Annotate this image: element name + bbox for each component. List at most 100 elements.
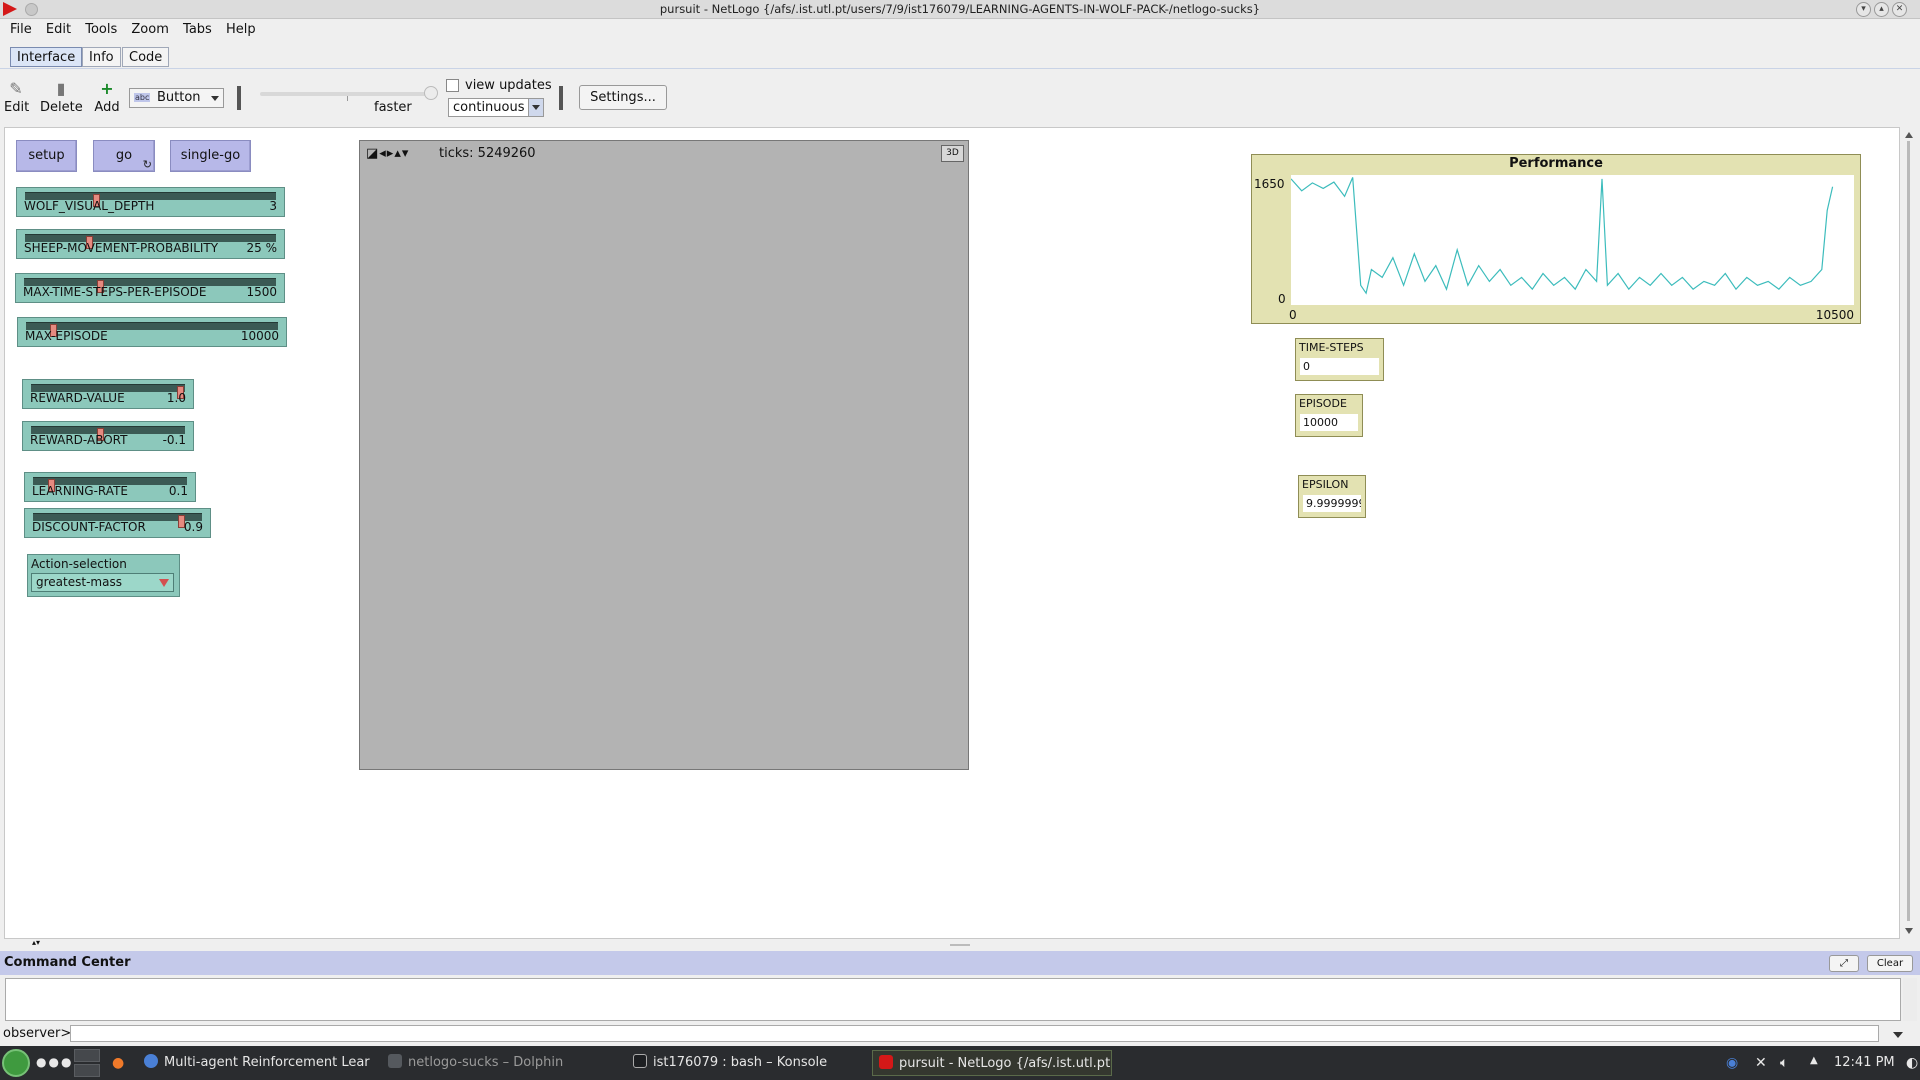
window-title: pursuit - NetLogo {/afs/.ist.utl.pt/user… — [659, 2, 1261, 16]
edit-button[interactable]: ✎ Edit — [4, 80, 30, 116]
performance-plot[interactable]: Performance 1650 0 0 10500 — [1251, 154, 1861, 324]
slider-value: 1.0 — [166, 391, 186, 405]
widget-type-value: Button — [157, 90, 201, 105]
widget-type-select[interactable]: abc Button — [129, 88, 224, 108]
monitor-episode: EPISODE 10000 — [1295, 394, 1363, 437]
go-button[interactable]: go ↻ — [93, 140, 155, 172]
observer-prompt[interactable]: observer> — [3, 1026, 71, 1041]
menu-tabs[interactable]: Tabs — [173, 20, 212, 37]
toolbar-divider — [237, 86, 241, 110]
single-go-label: single-go — [180, 148, 241, 163]
tab-info[interactable]: Info — [82, 47, 121, 67]
monitor-value: 0 — [1300, 358, 1379, 375]
scroll-down-icon[interactable] — [1905, 928, 1913, 934]
action-selection-chooser[interactable]: Action-selection greatest-mass — [27, 554, 180, 597]
splitter-grip[interactable] — [950, 944, 970, 946]
more-icon[interactable]: ●●● — [36, 1055, 73, 1069]
setup-button[interactable]: setup — [16, 140, 77, 172]
terminal-icon — [633, 1054, 647, 1068]
speed-slider-knob[interactable] — [424, 86, 438, 100]
menu-help[interactable]: Help — [216, 20, 256, 37]
application-launcher-icon[interactable] — [2, 1049, 30, 1077]
task-label: pursuit - NetLogo {/afs/.ist.utl.pt — [899, 1056, 1111, 1071]
slider-max-episode[interactable]: MAX-EPISODE 10000 — [17, 317, 287, 347]
menu-zoom[interactable]: Zoom — [121, 20, 168, 37]
expand-icon[interactable]: ⤢ — [1829, 955, 1859, 972]
plot-area — [1291, 175, 1854, 305]
x-max-label: 10500 — [1815, 308, 1854, 322]
delete-button[interactable]: ▮ Delete — [40, 80, 83, 116]
world-view[interactable]: ◪◂▸▴▾ ticks: 5249260 3D — [359, 140, 969, 770]
slider-value: 25 % — [246, 241, 278, 255]
slider-sheep-movement-probability[interactable]: SHEEP-MOVEMENT-PROBABILITY 25 % — [16, 229, 285, 259]
output-scrollbar[interactable] — [1903, 978, 1917, 1021]
canvas-scrollbar[interactable] — [1902, 127, 1916, 939]
chevron-down-icon — [528, 99, 543, 116]
view-updates-label: view updates — [465, 78, 552, 93]
task-konsole[interactable]: ist176079 : bash – Konsole — [627, 1050, 837, 1076]
task-dolphin[interactable]: netlogo-sucks – Dolphin — [382, 1050, 572, 1076]
history-dropdown-icon[interactable] — [1893, 1032, 1903, 1038]
speed-center-tick — [347, 96, 348, 101]
command-center: Command Center ⤢ Clear observer> — [0, 951, 1920, 1045]
tab-bar: Interface Info Code — [0, 42, 1920, 69]
slider-name: SHEEP-MOVEMENT-PROBABILITY — [24, 241, 219, 255]
slider-value: 3 — [269, 199, 277, 213]
menu-tools[interactable]: Tools — [75, 20, 117, 37]
update-mode-value: continuous — [453, 100, 525, 115]
minimize-icon[interactable]: ▾ — [1856, 2, 1871, 17]
3d-view-button[interactable]: 3D — [941, 145, 964, 162]
add-button[interactable]: + Add — [94, 80, 120, 116]
network-icon[interactable]: ✕ — [1755, 1055, 1767, 1071]
firefox-icon[interactable]: ● — [112, 1055, 124, 1071]
volume-icon[interactable]: 🔈︎ — [1780, 1055, 1788, 1071]
expand-tray-icon[interactable]: ▲ — [1810, 1055, 1818, 1066]
slider-name: LEARNING-RATE — [32, 484, 128, 498]
dropdown-arrow-icon — [159, 579, 169, 587]
button-widget-icon: abc — [134, 93, 151, 102]
scroll-up-icon[interactable] — [1905, 132, 1913, 138]
update-mode-select[interactable]: continuous — [448, 98, 544, 117]
splitter-arrows-icon[interactable]: ▴▾ — [32, 938, 40, 947]
slider-value: 0.1 — [168, 484, 188, 498]
slider-reward-value[interactable]: REWARD-VALUE 1.0 — [22, 379, 194, 409]
view-resize-icons[interactable]: ◪◂▸▴▾ — [366, 146, 409, 161]
tab-interface[interactable]: Interface — [10, 47, 83, 67]
speed-label: faster — [374, 100, 412, 115]
chrome-tray-icon[interactable]: ◉ — [1726, 1055, 1738, 1071]
menu-file[interactable]: File — [0, 20, 32, 37]
close-icon[interactable]: ✕ — [1892, 2, 1907, 17]
task-browser[interactable]: Multi-agent Reinforcement Lear — [138, 1050, 370, 1076]
slider-max-time-steps-per-episode[interactable]: MAX-TIME-STEPS-PER-EPISODE 1500 — [15, 273, 285, 303]
single-go-button[interactable]: single-go — [170, 140, 251, 172]
chooser-value: greatest-mass — [36, 575, 122, 589]
title-bar: pursuit - NetLogo {/afs/.ist.utl.pt/user… — [0, 0, 1920, 19]
slider-discount-factor[interactable]: DISCOUNT-FACTOR 0.9 — [24, 508, 211, 538]
edit-label: Edit — [4, 100, 30, 115]
performance-series-line — [1291, 177, 1834, 295]
command-center-title: Command Center — [4, 955, 131, 970]
command-center-header: Command Center ⤢ Clear — [0, 951, 1920, 975]
clock: 12:41 PM — [1834, 1055, 1895, 1070]
task-netlogo[interactable]: pursuit - NetLogo {/afs/.ist.utl.pt — [872, 1050, 1112, 1076]
y-max-label: 1650 — [1254, 177, 1285, 191]
slider-wolf-visual-depth[interactable]: WOLF_VISUAL_DEPTH 3 — [16, 187, 285, 217]
slider-learning-rate[interactable]: LEARNING-RATE 0.1 — [24, 472, 196, 502]
scrollbar-thumb[interactable] — [1907, 141, 1910, 921]
desktop-pager[interactable] — [74, 1049, 100, 1077]
task-label: ist176079 : bash – Konsole — [653, 1055, 828, 1070]
slider-name: DISCOUNT-FACTOR — [32, 520, 146, 534]
monitor-value: 9.9999999 — [1303, 495, 1361, 512]
tab-code[interactable]: Code — [122, 47, 170, 67]
maximize-icon[interactable]: ▴ — [1874, 2, 1889, 17]
command-input[interactable] — [70, 1025, 1879, 1042]
clear-button[interactable]: Clear — [1867, 955, 1913, 972]
pane-splitter[interactable]: ▴▾ — [0, 938, 1920, 950]
view-updates-checkbox[interactable] — [446, 79, 459, 92]
slider-reward-abort[interactable]: REWARD-ABORT -0.1 — [22, 421, 194, 451]
plot-title: Performance — [1509, 156, 1603, 171]
chooser-dropdown[interactable]: greatest-mass — [31, 573, 174, 592]
logout-icon[interactable]: ◐ — [1906, 1055, 1918, 1071]
settings-button[interactable]: Settings... — [579, 85, 667, 110]
menu-edit[interactable]: Edit — [36, 20, 71, 37]
